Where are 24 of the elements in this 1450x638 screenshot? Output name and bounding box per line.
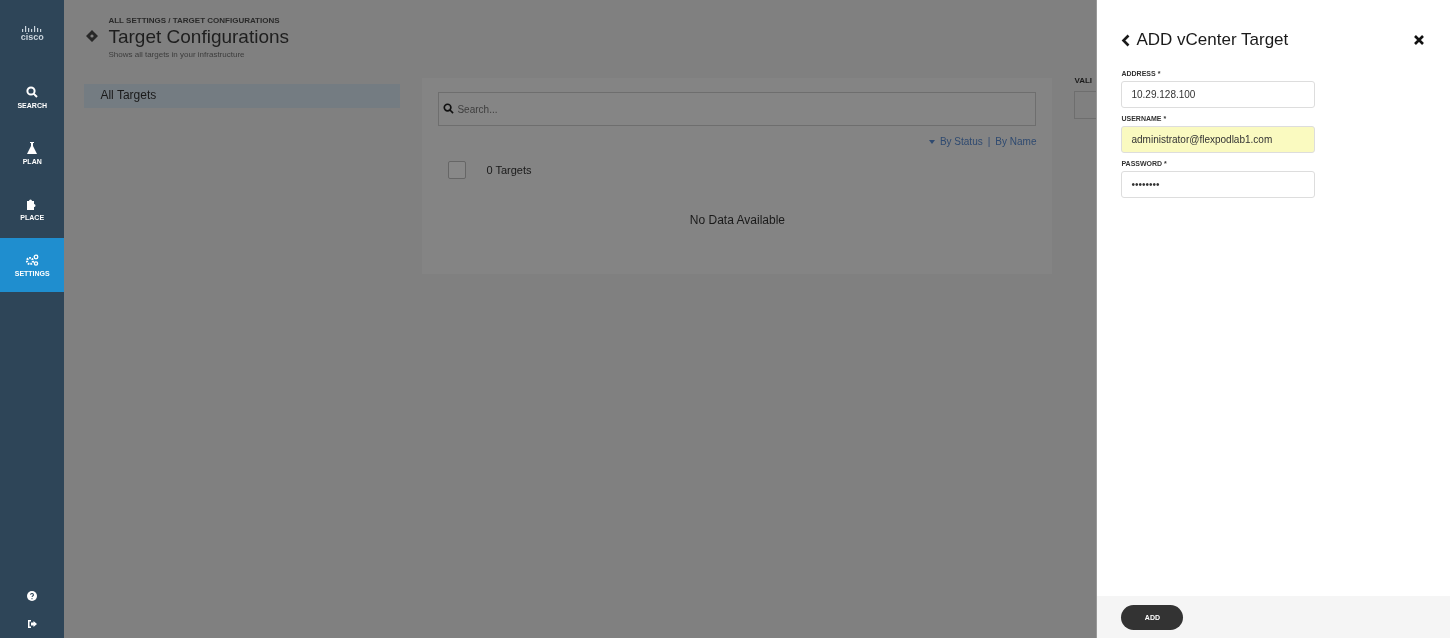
breadcrumb: ALL SETTINGS / TARGET CONFIGURATIONS: [108, 16, 281, 25]
sidebar-item[interactable]: All Targets: [84, 84, 401, 108]
back-icon[interactable]: [1121, 33, 1131, 47]
target-icon: [86, 30, 99, 42]
empty-message: No Data Available: [688, 213, 787, 227]
target-count: 0 Targets: [486, 164, 532, 176]
panel-title: ADD vCenter Target: [1136, 30, 1289, 50]
logout-icon[interactable]: [27, 619, 38, 629]
logo: cisco: [0, 14, 65, 54]
gears-icon: [25, 253, 40, 266]
search-icon: [26, 85, 39, 98]
separator: |: [987, 136, 991, 147]
input-field[interactable]: ••••••••: [1121, 171, 1316, 198]
input-field[interactable]: administrator@flexpodlab1.com: [1121, 126, 1316, 153]
search-field[interactable]: Search...: [438, 92, 1037, 126]
help-icon[interactable]: [27, 591, 38, 601]
column-label: VALI: [1074, 76, 1094, 85]
caret-icon: [928, 139, 935, 144]
select-all-checkbox[interactable]: [448, 161, 467, 179]
flask-icon: [27, 141, 38, 154]
page-title: Target Configurations: [108, 26, 290, 48]
input-field[interactable]: 10.29.128.100: [1121, 81, 1316, 108]
close-icon[interactable]: [1414, 35, 1424, 45]
search-icon: [443, 103, 455, 114]
